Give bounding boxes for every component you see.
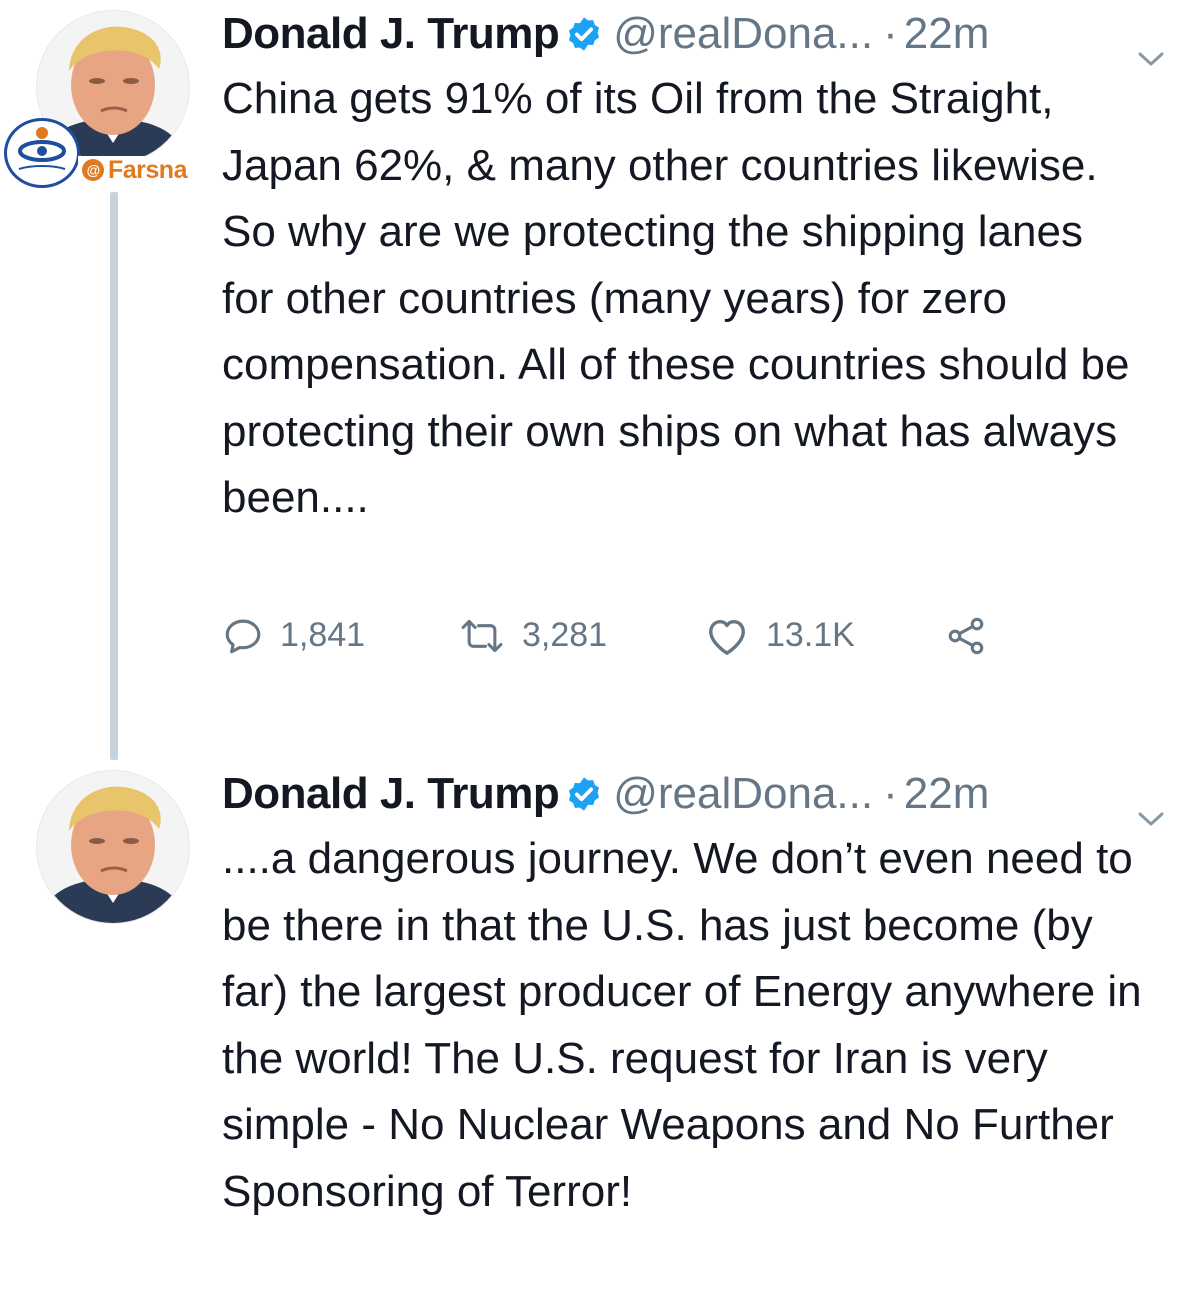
share-icon — [944, 614, 988, 658]
tweet-text: China gets 91% of its Oil from the Strai… — [222, 74, 1130, 522]
share-button[interactable] — [944, 614, 988, 658]
farsna-watermark: @ Farsna — [4, 118, 200, 188]
header-separator: · — [883, 9, 898, 58]
like-button[interactable]: 13.1K — [704, 615, 944, 657]
retweet-count: 3,281 — [522, 616, 608, 654]
retweet-icon — [458, 615, 506, 657]
tweet-header: Donald J. Trump @realDona... · 22m — [222, 760, 1172, 828]
verified-badge-icon — [565, 5, 603, 73]
reply-count: 1,841 — [280, 616, 366, 654]
tweet-header: Donald J. Trump @realDona... · 22m — [222, 0, 1172, 68]
tweet-actions: 1,841 3,281 13.1K — [222, 612, 1172, 660]
chevron-down-icon[interactable] — [1136, 782, 1166, 850]
avatar-portrait-image — [37, 771, 189, 923]
author-handle[interactable]: @realDona... — [613, 769, 873, 818]
chevron-down-icon[interactable] — [1136, 22, 1166, 90]
watermark-text: Farsna — [108, 155, 187, 184]
tweet-timestamp[interactable]: 22m — [904, 9, 990, 58]
tweet[interactable]: Donald J. Trump @realDona... · 22m ....a da… — [222, 760, 1172, 1225]
tweet-text: ....a dangerous journey. We don’t even n… — [222, 834, 1142, 1216]
heart-icon — [704, 615, 750, 657]
farsna-watermark-label: @ Farsna — [78, 156, 191, 184]
author-avatar[interactable] — [36, 770, 190, 924]
verified-badge-icon — [565, 765, 603, 833]
header-separator: · — [883, 769, 898, 818]
tweet[interactable]: Donald J. Trump @realDona... · 22m China ge… — [222, 0, 1172, 660]
retweet-button[interactable]: 3,281 — [458, 615, 704, 657]
reply-button[interactable]: 1,841 — [222, 615, 458, 657]
author-name[interactable]: Donald J. Trump — [222, 769, 560, 818]
author-handle[interactable]: @realDona... — [613, 9, 873, 58]
tweet-timestamp[interactable]: 22m — [904, 769, 990, 818]
farsna-logo-icon — [4, 118, 80, 188]
reply-icon — [222, 615, 264, 657]
thread-connector-line — [110, 192, 118, 760]
like-count: 13.1K — [766, 616, 855, 654]
author-name[interactable]: Donald J. Trump — [222, 9, 560, 58]
watermark-at-symbol: @ — [82, 159, 104, 181]
